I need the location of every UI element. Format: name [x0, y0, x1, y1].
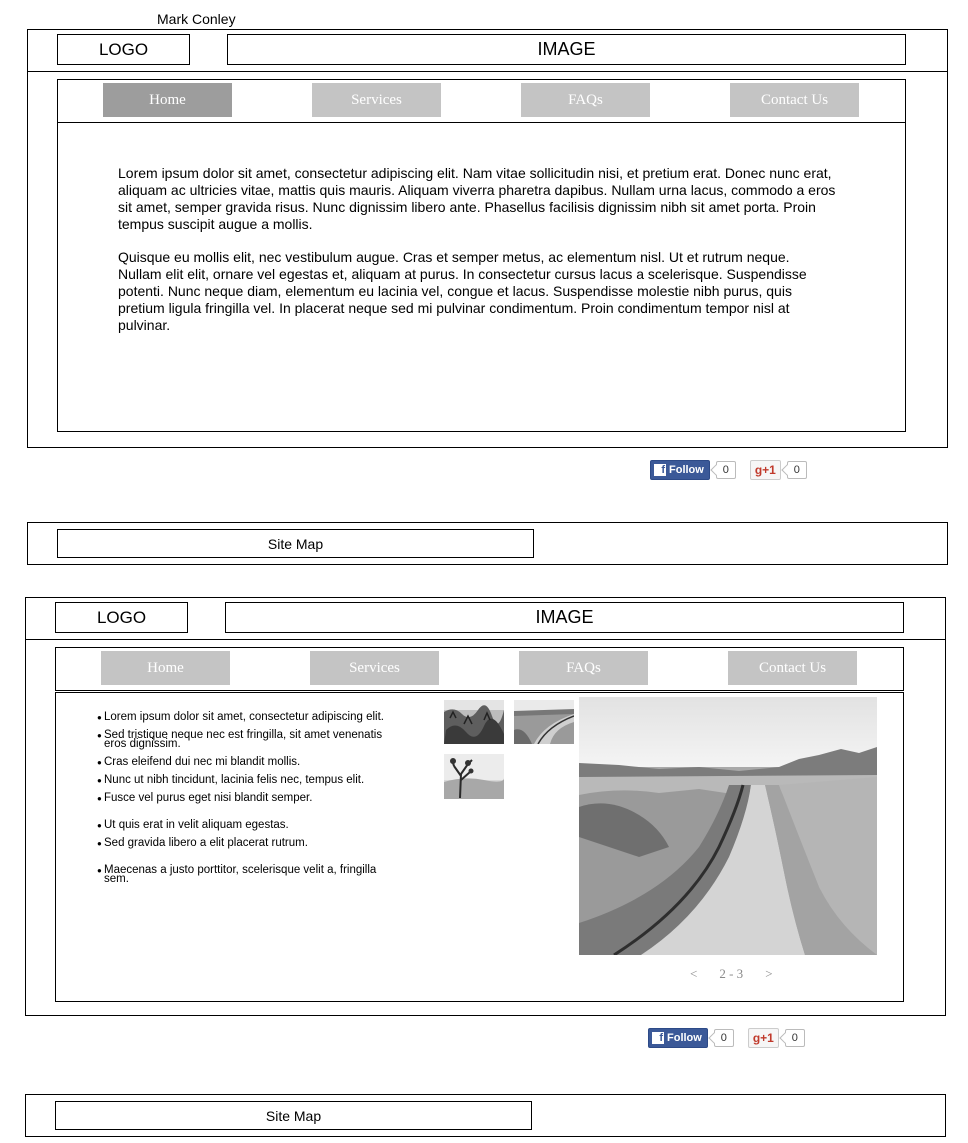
page1-nav-contact[interactable]: Contact Us: [730, 83, 859, 117]
page2-google-plus-count: 0: [784, 1029, 805, 1047]
page1-facebook-follow-label: Follow: [669, 464, 704, 476]
gallery-thumbnail-1[interactable]: [444, 700, 504, 744]
gallery-thumbnail-3[interactable]: [444, 754, 504, 799]
author-name: Mark Conley: [157, 11, 236, 27]
page2-facebook-follow-button[interactable]: f Follow: [648, 1028, 708, 1048]
list-item: Ut quis erat in velit aliquam egestas.: [97, 819, 402, 831]
page1-header-divider: [27, 71, 948, 72]
page1-social-buttons: f Follow 0 g+1 0: [650, 460, 807, 480]
page2-sitemap-link[interactable]: Site Map: [55, 1101, 532, 1130]
page1-nav-faqs[interactable]: FAQs: [521, 83, 650, 117]
page1-header-image: IMAGE: [227, 34, 906, 65]
page1-google-plus-count: 0: [786, 461, 807, 479]
list-item: Nunc ut nibh tincidunt, lacinia felis ne…: [97, 774, 402, 786]
list-item: Cras eleifend dui nec mi blandit mollis.: [97, 756, 402, 768]
facebook-icon: f: [654, 464, 666, 476]
google-plus-icon: g+1: [752, 1031, 774, 1045]
list-item: Sed tristique neque nec est fringilla, s…: [97, 729, 402, 750]
page1-nav-divider: [57, 122, 906, 123]
page1-facebook-count: 0: [715, 461, 736, 479]
page1-google-plus-button[interactable]: g+1: [749, 460, 781, 480]
page2-header-divider: [25, 639, 946, 640]
facebook-icon: f: [652, 1032, 664, 1044]
list-item: Fusce vel purus eget nisi blandit semper…: [97, 792, 402, 804]
page2-bullet-list: Lorem ipsum dolor sit amet, consectetur …: [97, 711, 402, 885]
page1-facebook-follow-button[interactable]: f Follow: [650, 460, 710, 480]
page2-nav-faqs[interactable]: FAQs: [519, 651, 648, 685]
gallery-page-range: 2 - 3: [719, 966, 744, 981]
list-item: Lorem ipsum dolor sit amet, consectetur …: [97, 711, 402, 723]
list-item: Sed gravida libero a elit placerat rutru…: [97, 837, 402, 849]
page2-google-plus-button[interactable]: g+1: [747, 1028, 779, 1048]
page1-logo[interactable]: LOGO: [57, 34, 190, 65]
chevron-right-icon[interactable]: >: [765, 966, 772, 982]
page2-nav-services[interactable]: Services: [310, 651, 439, 685]
gallery-main-image: [579, 697, 877, 955]
page2-social-buttons: f Follow 0 g+1 0: [648, 1028, 805, 1048]
page1-paragraph-1: Lorem ipsum dolor sit amet, consectetur …: [118, 165, 836, 232]
page1-nav-services[interactable]: Services: [312, 83, 441, 117]
page2-facebook-count: 0: [713, 1029, 734, 1047]
page2-nav-contact[interactable]: Contact Us: [728, 651, 857, 685]
page2-facebook-follow-label: Follow: [667, 1032, 702, 1044]
page1-nav-home[interactable]: Home: [103, 83, 232, 117]
page2-logo[interactable]: LOGO: [55, 602, 188, 633]
page1-paragraph-2: Quisque eu mollis elit, nec vestibulum a…: [118, 249, 807, 333]
page2-nav-home[interactable]: Home: [101, 651, 230, 685]
list-item: Maecenas a justo porttitor, scelerisque …: [97, 864, 402, 885]
google-plus-icon: g+1: [754, 463, 776, 477]
page1-sitemap-link[interactable]: Site Map: [57, 529, 534, 558]
gallery-thumbnail-2[interactable]: [514, 700, 574, 744]
page2-header-image: IMAGE: [225, 602, 904, 633]
chevron-left-icon[interactable]: <: [690, 966, 697, 982]
gallery-pager: < 2 - 3 >: [690, 966, 773, 982]
page1-body-text: Lorem ipsum dolor sit amet, consectetur …: [118, 165, 836, 350]
